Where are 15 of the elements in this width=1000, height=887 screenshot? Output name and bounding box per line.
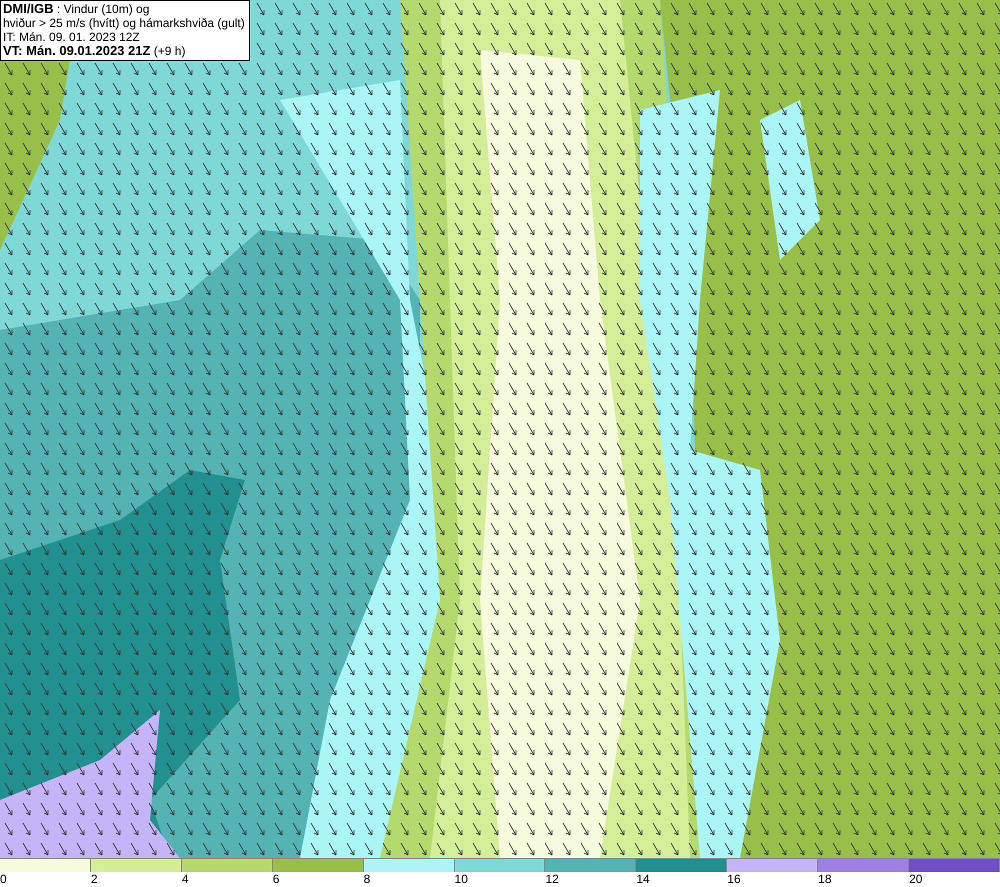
legend-label: 16 (727, 872, 741, 887)
legend-label: 2 (90, 872, 98, 887)
legend-label: 10 (454, 872, 468, 887)
legend-label: 0 (0, 872, 7, 887)
legend-label: 14 (636, 872, 650, 887)
legend-label: 20 (909, 872, 922, 887)
title-line: VT: Mán. 09.01.2023 21Z (+9 h) (3, 44, 186, 58)
legend-label: 18 (818, 872, 832, 887)
legend-label: 4 (182, 872, 188, 887)
legend-label: 6 (272, 872, 280, 887)
title-line: IT: Mán. 09. 01. 2023 12Z (3, 30, 141, 44)
legend-label: 8 (364, 872, 370, 887)
title-line: DMI/IGB : Vindur (10m) og (3, 2, 150, 16)
title-line: hviður > 25 m/s (hvítt) og hámarkshviða (gult) (3, 16, 245, 30)
legend-label: 12 (545, 872, 559, 887)
